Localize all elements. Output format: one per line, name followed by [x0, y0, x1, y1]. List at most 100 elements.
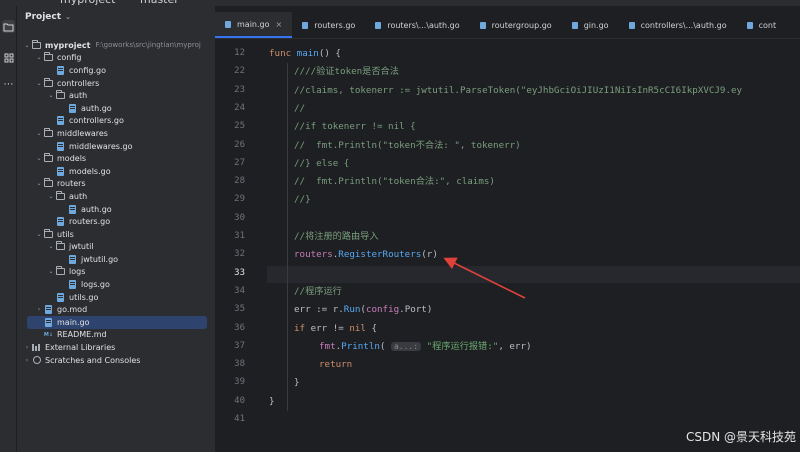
- code-area[interactable]: func main() {////验证token是否合法 //claims, to…: [267, 40, 800, 452]
- tree-item-label: models: [57, 154, 87, 164]
- tree-item[interactable]: ⌄ auth: [17, 89, 215, 102]
- code-line[interactable]: //}: [294, 191, 311, 209]
- line-number: 33: [234, 267, 245, 278]
- tree-item[interactable]: ⌄ controllers: [17, 77, 215, 90]
- chevron-down-icon[interactable]: ⌄: [47, 268, 55, 275]
- structure-tool-icon[interactable]: [2, 51, 15, 64]
- editor-tab[interactable]: cont: [737, 12, 787, 38]
- code-line[interactable]: func main() {: [269, 45, 341, 63]
- code-token: // fmt.Println("token不合法: ", tokenerr): [294, 139, 521, 151]
- folder-icon: [43, 178, 54, 188]
- tab-label: routers\...\auth.go: [387, 20, 460, 30]
- code-line[interactable]: fmt.Println( a...: "程序运行报错:", err): [319, 338, 532, 356]
- code-line[interactable]: //claims, tokenerr := jwtutil.ParseToken…: [294, 82, 742, 100]
- go-file-icon: [43, 317, 54, 327]
- code-line[interactable]: if err != nil {: [294, 320, 377, 338]
- line-number: 41: [234, 414, 245, 424]
- tree-item[interactable]: ⌄ jwtutil: [17, 241, 215, 254]
- activity-bar: ⋯: [0, 6, 17, 452]
- tree-item[interactable]: › Scratches and Consoles: [17, 354, 215, 367]
- tree-item[interactable]: ⌄ routers: [17, 178, 215, 191]
- tree-item[interactable]: ⌄ auth: [17, 190, 215, 203]
- code-line[interactable]: //将注册的路由导入: [294, 228, 379, 246]
- code-token: }: [269, 395, 275, 407]
- editor-tab[interactable]: main.go ×: [215, 12, 293, 38]
- tree-item[interactable]: controllers.go: [17, 115, 215, 128]
- tree-item[interactable]: middlewares.go: [17, 140, 215, 153]
- folder-icon: [31, 39, 42, 50]
- line-number: 39: [234, 377, 245, 388]
- chevron-down-icon[interactable]: ⌄: [23, 42, 31, 49]
- chevron-down-icon[interactable]: ⌄: [35, 180, 43, 187]
- tree-item[interactable]: utils.go: [17, 291, 215, 304]
- tree-item[interactable]: ⌄ models: [17, 152, 215, 165]
- code-token: }: [294, 377, 300, 389]
- tree-item[interactable]: › go.mod: [17, 303, 215, 316]
- tree-item[interactable]: jwtutil.go: [17, 253, 215, 266]
- more-tools-icon[interactable]: ⋯: [2, 78, 15, 91]
- close-tab-icon[interactable]: ×: [276, 20, 283, 29]
- editor-tab[interactable]: routergroup.go: [470, 12, 562, 38]
- tree-item[interactable]: auth.go: [17, 203, 215, 216]
- chevron-right-icon[interactable]: ›: [23, 357, 31, 364]
- code-line[interactable]: }: [269, 393, 275, 411]
- chevron-down-icon[interactable]: ⌄: [47, 243, 55, 250]
- tree-item[interactable]: ⌄ config: [17, 52, 215, 65]
- project-tool-icon[interactable]: [2, 20, 15, 33]
- tree-item-label: Scratches and Consoles: [45, 355, 141, 365]
- code-line[interactable]: //: [294, 100, 305, 118]
- code-line[interactable]: // fmt.Println("token不合法: ", tokenerr): [294, 137, 521, 155]
- project-panel-header[interactable]: Project ⌄: [17, 6, 215, 28]
- tree-item[interactable]: auth.go: [17, 102, 215, 115]
- tree-item[interactable]: models.go: [17, 165, 215, 178]
- tree-item[interactable]: routers.go: [17, 215, 215, 228]
- code-line[interactable]: err := r.Run(config.Port): [294, 301, 432, 319]
- editor-area: main.go × routers.go routers\...\auth.go rou…: [215, 6, 800, 452]
- chevron-down-icon[interactable]: ⌄: [35, 130, 43, 137]
- code-line[interactable]: routers.RegisterRouters(r): [294, 246, 438, 264]
- chevron-down-icon[interactable]: ⌄: [65, 13, 71, 21]
- tree-item[interactable]: main.go: [27, 316, 207, 329]
- chevron-right-icon[interactable]: ›: [23, 344, 31, 351]
- line-number: 34: [234, 285, 245, 296]
- editor-tab[interactable]: routers\...\auth.go: [365, 12, 469, 38]
- code-token: //}: [294, 194, 311, 206]
- go-file-icon: [55, 217, 66, 227]
- chevron-down-icon[interactable]: ⌄: [35, 80, 43, 87]
- code-line[interactable]: //if tokenerr != nil {: [294, 118, 416, 136]
- scratches-icon: [31, 356, 42, 365]
- tree-item[interactable]: ⌄ myproject F:\goworks\src\jingtian\myproj: [17, 39, 215, 52]
- code-line[interactable]: //} else {: [294, 155, 349, 173]
- editor-tab[interactable]: routers.go: [292, 12, 365, 38]
- code-line[interactable]: //程序运行: [294, 283, 342, 301]
- code-line[interactable]: // fmt.Println("token合法:", claims): [294, 173, 495, 191]
- editor-tab[interactable]: controllers\...\auth.go: [619, 12, 737, 38]
- tree-item[interactable]: M↓ README.md: [17, 329, 215, 342]
- tree-item-label: go.mod: [57, 305, 88, 315]
- tree-item[interactable]: ⌄ logs: [17, 266, 215, 279]
- tree-item[interactable]: ⌄ utils: [17, 228, 215, 241]
- watermark: CSDN @景天科技苑: [685, 430, 796, 444]
- code-line[interactable]: ////验证token是否合法: [294, 63, 399, 81]
- tree-item-label: jwtutil: [69, 242, 94, 252]
- tree-item[interactable]: config.go: [17, 64, 215, 77]
- tree-item-label: logs: [69, 267, 86, 277]
- go-file-icon: [55, 65, 66, 75]
- tree-item[interactable]: ⌄ middlewares: [17, 127, 215, 140]
- chevron-down-icon[interactable]: ⌄: [35, 155, 43, 162]
- tree-item[interactable]: › External Libraries: [17, 341, 215, 354]
- code-line[interactable]: return: [319, 356, 352, 374]
- chevron-down-icon[interactable]: ⌄: [47, 193, 55, 200]
- chevron-down-icon[interactable]: ⌄: [35, 54, 43, 61]
- code-line[interactable]: }: [294, 374, 300, 392]
- chevron-right-icon[interactable]: ›: [35, 306, 43, 313]
- code-token: //if tokenerr != nil {: [294, 121, 416, 133]
- tree-item[interactable]: logs.go: [17, 278, 215, 291]
- tree-item-path: F:\goworks\src\jingtian\myproj: [95, 41, 201, 50]
- editor-tab[interactable]: gin.go: [562, 12, 619, 38]
- tree-item-label: middlewares.go: [69, 141, 133, 151]
- chevron-down-icon[interactable]: ⌄: [35, 231, 43, 238]
- library-icon: [31, 343, 42, 352]
- chevron-down-icon[interactable]: ⌄: [47, 92, 55, 99]
- indent-guide: [287, 63, 288, 411]
